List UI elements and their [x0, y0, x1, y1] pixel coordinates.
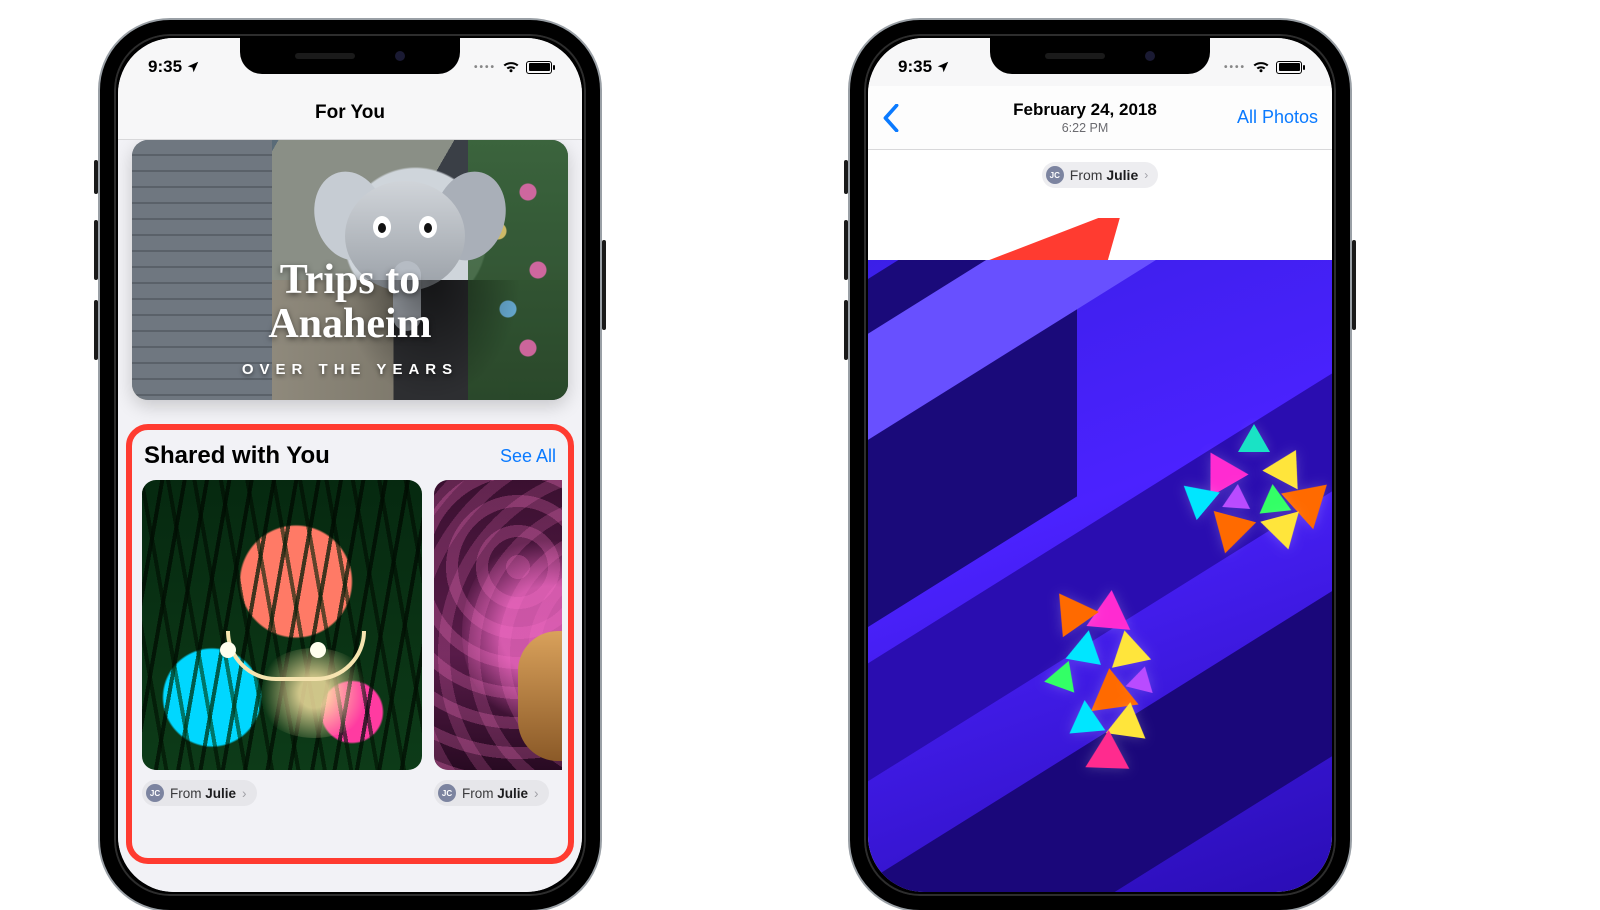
- shared-item[interactable]: JC From Julie ›: [434, 480, 562, 806]
- phone-mockup-left: 9:35 •••• For You: [100, 20, 600, 910]
- nav-time: 6:22 PM: [962, 121, 1208, 135]
- device-notch: [240, 38, 460, 74]
- photo-nav-bar: February 24, 2018 6:22 PM All Photos: [868, 86, 1332, 150]
- see-all-link[interactable]: See All: [500, 446, 556, 467]
- cell-signal-icon: ••••: [474, 62, 496, 73]
- chevron-right-icon: ›: [1144, 168, 1148, 182]
- status-time: 9:35: [898, 57, 932, 77]
- all-photos-link[interactable]: All Photos: [1208, 107, 1318, 128]
- battery-icon: [1276, 61, 1302, 74]
- status-time: 9:35: [148, 57, 182, 77]
- shared-thumbnail[interactable]: [142, 480, 422, 770]
- memory-title: Trips to Anaheim: [132, 258, 568, 346]
- phone-mockup-right: 9:35 •••• February: [850, 20, 1350, 910]
- nav-title: For You: [118, 86, 582, 140]
- cell-signal-icon: ••••: [1224, 62, 1246, 73]
- chevron-right-icon: ›: [242, 786, 247, 801]
- geometric-sculpture: [1018, 590, 1208, 790]
- avatar-badge: JC: [438, 784, 456, 802]
- avatar-badge: JC: [146, 784, 164, 802]
- from-pill[interactable]: JC From Julie ›: [1042, 162, 1158, 188]
- for-you-scroll[interactable]: Trips to Anaheim OVER THE YEARS Shared w…: [118, 140, 582, 892]
- battery-icon: [526, 61, 552, 74]
- memory-subtitle: OVER THE YEARS: [132, 361, 568, 378]
- shared-with-you-section: Shared with You See All JC From Julie: [126, 424, 574, 864]
- back-button[interactable]: [882, 104, 962, 132]
- geometric-sculpture: [1168, 430, 1332, 580]
- location-icon: [936, 60, 950, 74]
- from-pill[interactable]: JC From Julie ›: [142, 780, 257, 806]
- memory-card[interactable]: Trips to Anaheim OVER THE YEARS: [132, 140, 568, 400]
- photo-content[interactable]: [868, 260, 1332, 892]
- photo-header-gap: [868, 200, 1332, 260]
- avatar-badge: JC: [1046, 166, 1064, 184]
- chevron-right-icon: ›: [534, 786, 539, 801]
- shared-thumbnail[interactable]: [434, 480, 562, 770]
- nav-date: February 24, 2018: [962, 100, 1208, 120]
- shared-item[interactable]: JC From Julie ›: [142, 480, 422, 806]
- device-notch: [990, 38, 1210, 74]
- location-icon: [186, 60, 200, 74]
- wifi-icon: [1252, 60, 1270, 74]
- wifi-icon: [502, 60, 520, 74]
- from-pill[interactable]: JC From Julie ›: [434, 780, 549, 806]
- section-title: Shared with You: [144, 442, 330, 470]
- from-bar: JC From Julie ›: [868, 150, 1332, 200]
